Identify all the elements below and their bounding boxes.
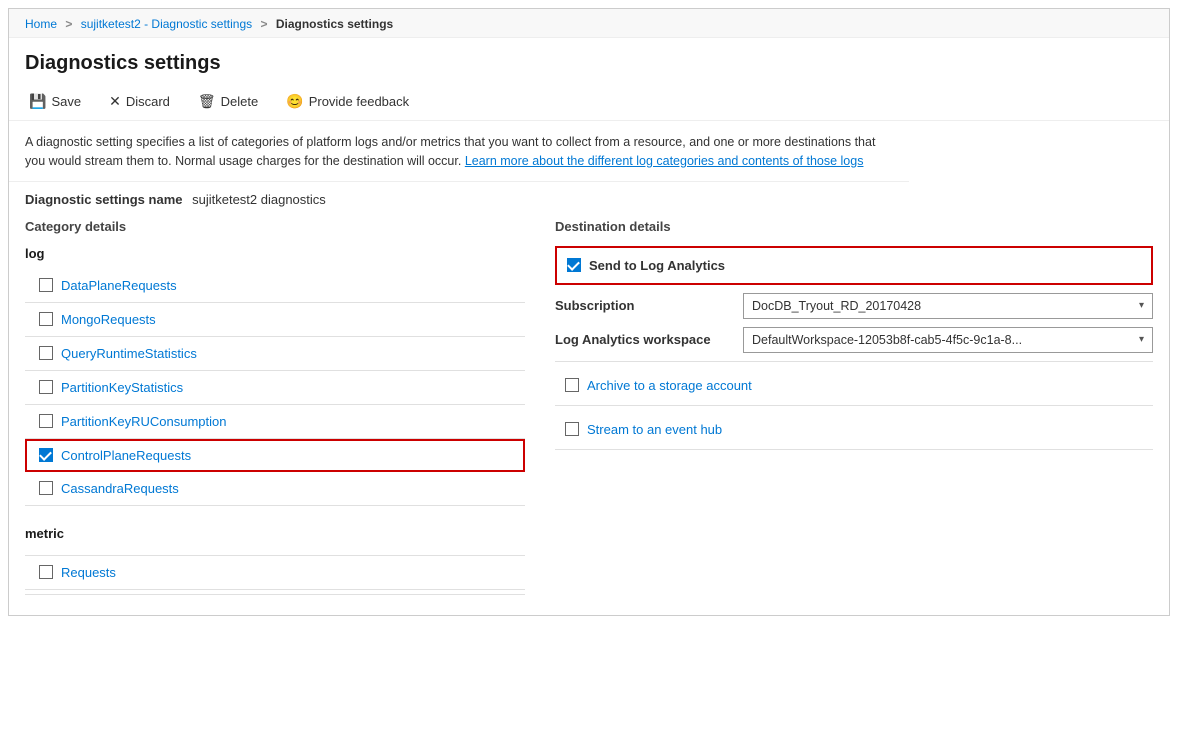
subscription-row: Subscription DocDB_Tryout_RD_20170428 ▾ [555, 293, 1153, 319]
discard-button[interactable]: ✕ Discard [105, 91, 174, 112]
checkbox-controlplanerequests[interactable] [39, 448, 53, 462]
checkbox-mongorequests[interactable] [39, 312, 53, 326]
checkbox-queryruntimestatistics[interactable] [39, 346, 53, 360]
two-col-layout: Category details log DataPlaneRequests M… [9, 213, 1169, 615]
checkbox-partitionkeystatistics[interactable] [39, 380, 53, 394]
workspace-row: Log Analytics workspace DefaultWorkspace… [555, 327, 1153, 353]
feedback-icon: 😊 [286, 93, 303, 110]
workspace-select[interactable]: DefaultWorkspace-12053b8f-cab5-4f5c-9c1a… [743, 327, 1153, 353]
category-label-partitionkeyrucons: PartitionKeyRUConsumption [61, 414, 226, 429]
breadcrumb-sep2: > [260, 17, 267, 31]
category-item-partitionkeystatistics: PartitionKeyStatistics [25, 371, 525, 405]
destination-details-header: Destination details [555, 219, 1153, 234]
page-title: Diagnostics settings [9, 38, 1169, 85]
left-column: Category details log DataPlaneRequests M… [25, 219, 525, 599]
right-divider1 [555, 361, 1153, 362]
diag-name-label: Diagnostic settings name [25, 192, 182, 207]
category-label-queryruntimestatistics: QueryRuntimeStatistics [61, 346, 197, 361]
workspace-value: DefaultWorkspace-12053b8f-cab5-4f5c-9c1a… [752, 333, 1022, 347]
checkbox-dataplanerequests[interactable] [39, 278, 53, 292]
breadcrumb-sep1: > [65, 17, 72, 31]
description-text: A diagnostic setting specifies a list of… [9, 121, 909, 182]
checkbox-requests[interactable] [39, 565, 53, 579]
workspace-label: Log Analytics workspace [555, 332, 735, 347]
subscription-label: Subscription [555, 298, 735, 313]
metric-section-row: metric [25, 506, 525, 556]
diag-settings-name-row: Diagnostic settings name sujitketest2 di… [9, 182, 1169, 213]
stream-event-hub-label: Stream to an event hub [587, 422, 722, 437]
breadcrumb-parent[interactable]: sujitketest2 - Diagnostic settings [81, 17, 252, 31]
send-to-log-analytics-label: Send to Log Analytics [589, 258, 725, 273]
feedback-button[interactable]: 😊 Provide feedback [282, 91, 413, 112]
category-item-partitionkeyrucons: PartitionKeyRUConsumption [25, 405, 525, 439]
subscription-select[interactable]: DocDB_Tryout_RD_20170428 ▾ [743, 293, 1153, 319]
delete-button[interactable]: 🗑 Delete [194, 91, 262, 112]
category-label-controlplanerequests: ControlPlaneRequests [61, 448, 191, 463]
delete-icon: 🗑 [198, 93, 216, 110]
category-label-requests: Requests [61, 565, 116, 580]
log-section-label: log [25, 246, 525, 261]
category-item-queryruntimestatistics: QueryRuntimeStatistics [25, 337, 525, 371]
learn-more-link[interactable]: Learn more about the different log categ… [465, 154, 864, 168]
subscription-chevron: ▾ [1139, 300, 1144, 311]
send-to-log-analytics-row: Send to Log Analytics [555, 246, 1153, 285]
category-item-cassandrarequests: CassandraRequests [25, 472, 525, 506]
checkbox-stream-event-hub[interactable] [565, 422, 579, 436]
checkbox-archive-storage[interactable] [565, 378, 579, 392]
archive-storage-row: Archive to a storage account [555, 366, 1153, 406]
category-label-partitionkeystatistics: PartitionKeyStatistics [61, 380, 183, 395]
category-item-mongorequests: MongoRequests [25, 303, 525, 337]
save-button[interactable]: 💾 Save [25, 91, 85, 112]
checkbox-partitionkeyrucons[interactable] [39, 414, 53, 428]
category-details-header: Category details [25, 219, 525, 234]
category-item-dataplanerequests: DataPlaneRequests [25, 269, 525, 303]
category-label-cassandrarequests: CassandraRequests [61, 481, 179, 496]
checkbox-cassandrarequests[interactable] [39, 481, 53, 495]
category-label-dataplanerequests: DataPlaneRequests [61, 278, 177, 293]
breadcrumb: Home > sujitketest2 - Diagnostic setting… [9, 9, 1169, 38]
archive-storage-label: Archive to a storage account [587, 378, 752, 393]
diag-name-value: sujitketest2 diagnostics [192, 192, 326, 207]
metric-section-label: metric [25, 526, 525, 541]
breadcrumb-home[interactable]: Home [25, 17, 57, 31]
right-column: Destination details Send to Log Analytic… [555, 219, 1153, 599]
stream-event-hub-row: Stream to an event hub [555, 410, 1153, 450]
breadcrumb-current: Diagnostics settings [276, 17, 393, 31]
workspace-chevron: ▾ [1139, 334, 1144, 345]
toolbar: 💾 Save ✕ Discard 🗑 Delete 😊 Provide feed… [9, 85, 1169, 121]
bottom-divider [25, 594, 525, 595]
checkbox-send-log-analytics[interactable] [567, 258, 581, 272]
save-icon: 💾 [29, 93, 46, 110]
category-item-requests: Requests [25, 556, 525, 590]
category-label-mongorequests: MongoRequests [61, 312, 156, 327]
subscription-value: DocDB_Tryout_RD_20170428 [752, 299, 921, 313]
category-item-controlplanerequests: ControlPlaneRequests [25, 439, 525, 472]
discard-icon: ✕ [109, 93, 121, 110]
